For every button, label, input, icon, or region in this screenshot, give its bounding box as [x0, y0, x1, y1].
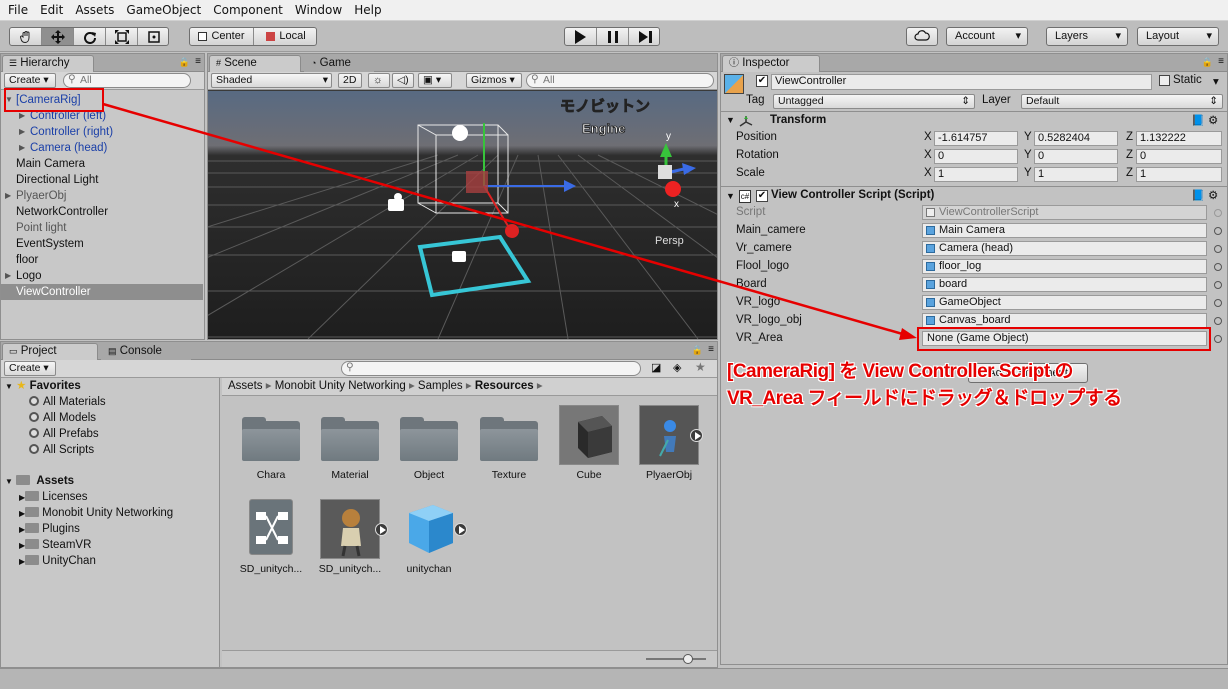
annotation-text-line1: [CameraRig] を View Controller Script の	[727, 361, 1073, 382]
annotation-arrow	[102, 102, 917, 340]
annotation-text-line2: VR_Area フィールドにドラッグ＆ドロップする	[727, 388, 1122, 409]
